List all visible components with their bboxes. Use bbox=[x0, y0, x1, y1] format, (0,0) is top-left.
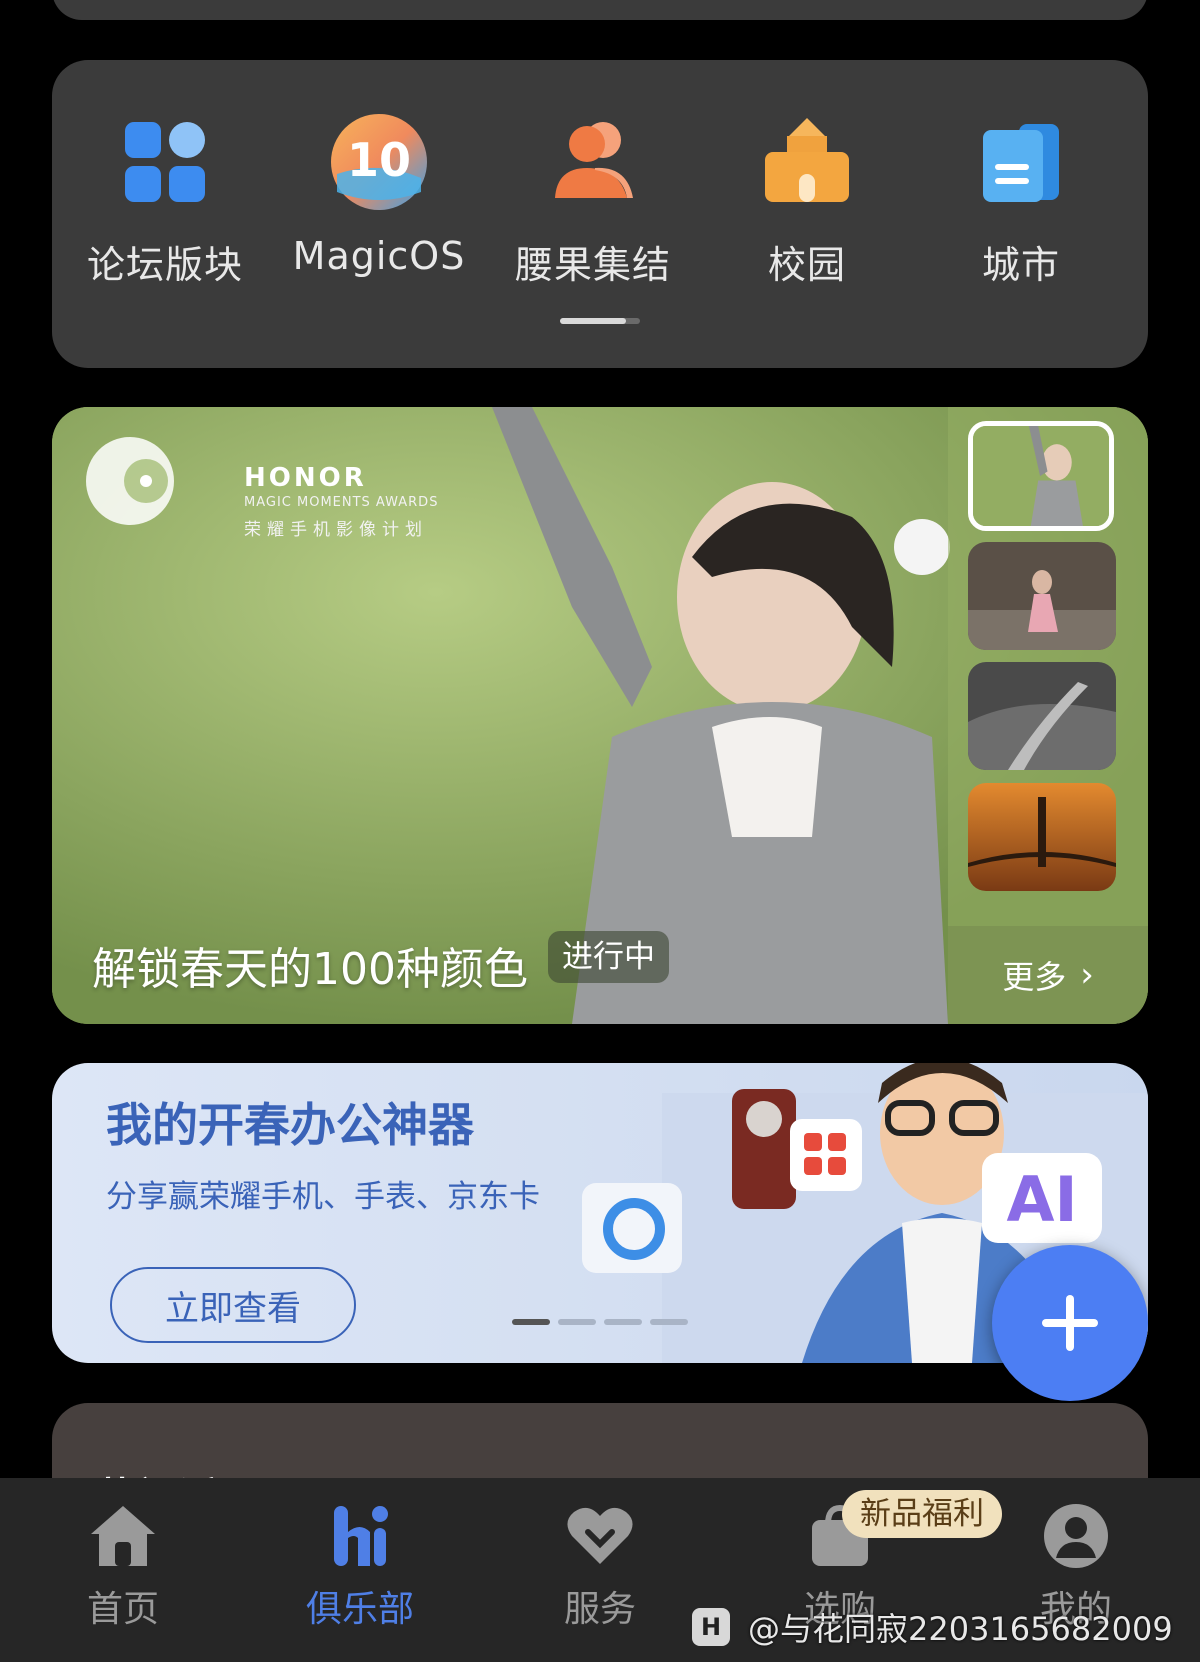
more-label: 更多 bbox=[1002, 958, 1067, 996]
thumbnail-4[interactable] bbox=[968, 783, 1116, 891]
magicos-10-icon: 10 bbox=[329, 112, 429, 212]
new-product-perk-badge: 新品福利 bbox=[842, 1490, 1002, 1538]
promo-banner[interactable]: AI 我的开春办公神器 分享赢荣耀手机、手表、京东卡 立即查看 bbox=[52, 1063, 1148, 1363]
thumbnail-2[interactable] bbox=[968, 542, 1116, 650]
thumbnail-3[interactable] bbox=[968, 662, 1116, 770]
nav-item-forum-sections[interactable]: 论坛版块 bbox=[58, 112, 272, 289]
school-building-icon bbox=[757, 112, 857, 212]
awards-subtitle: MAGIC MOMENTS AWARDS bbox=[244, 495, 439, 510]
banner-page-indicator bbox=[512, 1319, 688, 1325]
nav-item-campus[interactable]: 校园 bbox=[700, 112, 914, 289]
nav-item-yaoguo-gather[interactable]: 腰果集结 bbox=[486, 112, 700, 289]
tab-service[interactable]: 服务 bbox=[520, 1502, 680, 1632]
nav-label: 城市 bbox=[981, 243, 1060, 287]
honor-awards-logo: HONOR MAGIC MOMENTS AWARDS 荣耀手机影像计划 bbox=[80, 433, 437, 540]
nav-label: MagicOS bbox=[292, 234, 466, 278]
status-badge: 进行中 bbox=[548, 931, 669, 983]
nav-label: 校园 bbox=[767, 243, 846, 287]
banner-title: 我的开春办公神器 bbox=[106, 1098, 474, 1152]
create-post-button[interactable] bbox=[992, 1245, 1148, 1401]
tab-home[interactable]: 首页 bbox=[43, 1502, 203, 1632]
previous-card-edge bbox=[52, 0, 1148, 20]
contest-title: 解锁春天的100种颜色 bbox=[92, 944, 528, 995]
hi-watermark-icon: H bbox=[692, 1608, 730, 1646]
photo-contest-hero[interactable]: HONOR MAGIC MOMENTS AWARDS 荣耀手机影像计划 解锁春天… bbox=[52, 407, 1148, 1024]
users-group-icon bbox=[543, 112, 643, 212]
plus-icon bbox=[1042, 1295, 1098, 1351]
nav-item-magicos[interactable]: 10 MagicOS bbox=[272, 112, 486, 289]
page-dot bbox=[604, 1319, 642, 1325]
heart-service-icon bbox=[567, 1507, 633, 1564]
hi-club-icon bbox=[334, 1506, 388, 1566]
quick-nav-page-indicator bbox=[560, 318, 640, 324]
thumbnail-strip: 更多 › bbox=[948, 407, 1148, 1024]
banner-subtitle: 分享赢荣耀手机、手表、京东卡 bbox=[106, 1179, 540, 1215]
nav-item-city[interactable]: 城市 bbox=[914, 112, 1128, 289]
thumbnail-1[interactable] bbox=[968, 421, 1114, 531]
nav-label: 腰果集结 bbox=[514, 243, 671, 287]
quick-nav-card: 论坛版块 10 MagicOS 腰果集结 校园 城市 bbox=[52, 60, 1148, 368]
honor-swirl-icon bbox=[86, 437, 174, 525]
tab-label: 俱乐部 bbox=[305, 1589, 414, 1630]
chevron-right-icon: › bbox=[1080, 955, 1094, 995]
awards-cn-subtitle: 荣耀手机影像计划 bbox=[244, 520, 428, 540]
svg-text:AI: AI bbox=[1006, 1163, 1077, 1236]
nav-label: 论坛版块 bbox=[86, 243, 243, 287]
page-dot bbox=[650, 1319, 688, 1325]
city-document-icon bbox=[971, 112, 1071, 212]
profile-icon bbox=[1044, 1504, 1108, 1568]
quick-nav-grid: 论坛版块 10 MagicOS 腰果集结 校园 城市 bbox=[52, 112, 1148, 289]
grid-blocks-icon bbox=[115, 112, 215, 212]
tab-club[interactable]: 俱乐部 bbox=[280, 1502, 440, 1632]
tab-label: 首页 bbox=[86, 1589, 159, 1630]
watermark: H @与花同寂2203165682009 bbox=[692, 1605, 1173, 1649]
page-dot bbox=[512, 1319, 550, 1325]
svg-text:10: 10 bbox=[347, 133, 411, 187]
watermark-text: @与花同寂2203165682009 bbox=[748, 1610, 1173, 1648]
tab-label: 服务 bbox=[563, 1589, 636, 1630]
honor-brand: HONOR bbox=[244, 463, 367, 493]
page-dot bbox=[558, 1319, 596, 1325]
more-link[interactable]: 更多 › bbox=[948, 926, 1148, 1024]
home-icon bbox=[91, 1506, 155, 1566]
view-now-button[interactable]: 立即查看 bbox=[110, 1267, 356, 1343]
